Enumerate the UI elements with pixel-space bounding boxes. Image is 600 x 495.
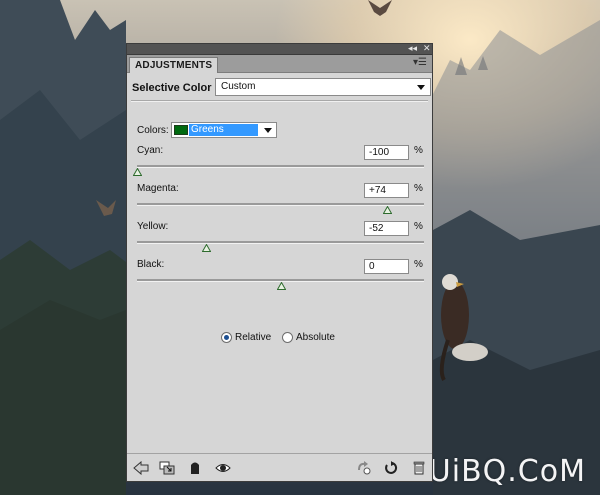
trash-icon[interactable] <box>411 461 427 475</box>
magenta-input[interactable]: +74 <box>364 183 409 198</box>
panel-tab-row: ADJUSTMENTS ▾☰ <box>127 55 432 73</box>
slider-magenta: Magenta: +74 % <box>137 183 424 219</box>
cyan-input[interactable]: -100 <box>364 145 409 160</box>
method-radio-group: Relative Absolute <box>127 331 432 345</box>
panel-titlebar[interactable]: ◂◂ ✕ <box>127 43 432 55</box>
percent-label: % <box>414 259 423 270</box>
slider-thumb-cyan[interactable] <box>133 168 142 176</box>
adjustment-title: Selective Color <box>132 82 212 94</box>
black-input[interactable]: 0 <box>364 259 409 274</box>
slider-cyan: Cyan: -100 % <box>133 145 424 181</box>
slider-thumb-black[interactable] <box>276 282 286 290</box>
slider-label-black: Black: <box>137 259 165 270</box>
back-arrow-icon[interactable] <box>133 461 149 475</box>
colors-value: Greens <box>189 124 258 136</box>
slider-yellow: Yellow: -52 % <box>137 221 424 257</box>
slider-track[interactable] <box>137 165 424 168</box>
color-swatch <box>174 125 188 135</box>
mask-visibility-icon[interactable] <box>187 461 203 475</box>
slider-thumb-magenta[interactable] <box>382 206 392 214</box>
colors-label: Colors: <box>137 125 169 136</box>
colors-row: Colors: Greens <box>137 122 337 138</box>
radio-relative-dot[interactable] <box>221 332 232 343</box>
slider-label-magenta: Magenta: <box>137 183 179 194</box>
slider-track[interactable] <box>137 241 424 244</box>
view-previous-icon[interactable] <box>356 461 372 475</box>
panel-body: Selective Color Custom Colors: Greens Cy… <box>127 73 432 454</box>
slider-track[interactable] <box>137 203 424 206</box>
slider-label-cyan: Cyan: <box>137 145 164 156</box>
slider-thumb-yellow[interactable] <box>201 244 211 252</box>
chevron-down-icon <box>417 85 425 90</box>
adjustments-panel: ◂◂ ✕ ADJUSTMENTS ▾☰ Selective Color Cust… <box>126 43 433 482</box>
close-icon[interactable]: ✕ <box>423 43 431 54</box>
divider <box>131 100 428 102</box>
preset-value: Custom <box>221 81 256 92</box>
panel-menu-icon[interactable]: ▾☰ <box>413 58 427 68</box>
percent-label: % <box>414 145 423 156</box>
watermark: UiBQ.CoM <box>428 454 586 489</box>
tab-adjustments[interactable]: ADJUSTMENTS <box>129 57 219 73</box>
slider-black: Black: 0 % <box>137 259 424 295</box>
chevron-down-icon <box>264 128 272 133</box>
clip-to-layer-icon[interactable] <box>159 461 175 475</box>
eye-icon[interactable] <box>215 461 231 475</box>
collapse-icon[interactable]: ◂◂ <box>408 43 417 54</box>
percent-label: % <box>414 221 423 232</box>
adjustment-header: Selective Color Custom <box>131 77 431 99</box>
percent-label: % <box>414 183 423 194</box>
radio-absolute-label[interactable]: Absolute <box>296 331 335 345</box>
colors-dropdown[interactable]: Greens <box>171 122 277 138</box>
radio-relative-label[interactable]: Relative <box>235 331 271 345</box>
reset-icon[interactable] <box>383 461 399 475</box>
preset-dropdown[interactable]: Custom <box>215 78 431 96</box>
panel-footer <box>127 453 432 481</box>
yellow-input[interactable]: -52 <box>364 221 409 236</box>
slider-label-yellow: Yellow: <box>137 221 169 232</box>
radio-absolute-dot[interactable] <box>282 332 293 343</box>
